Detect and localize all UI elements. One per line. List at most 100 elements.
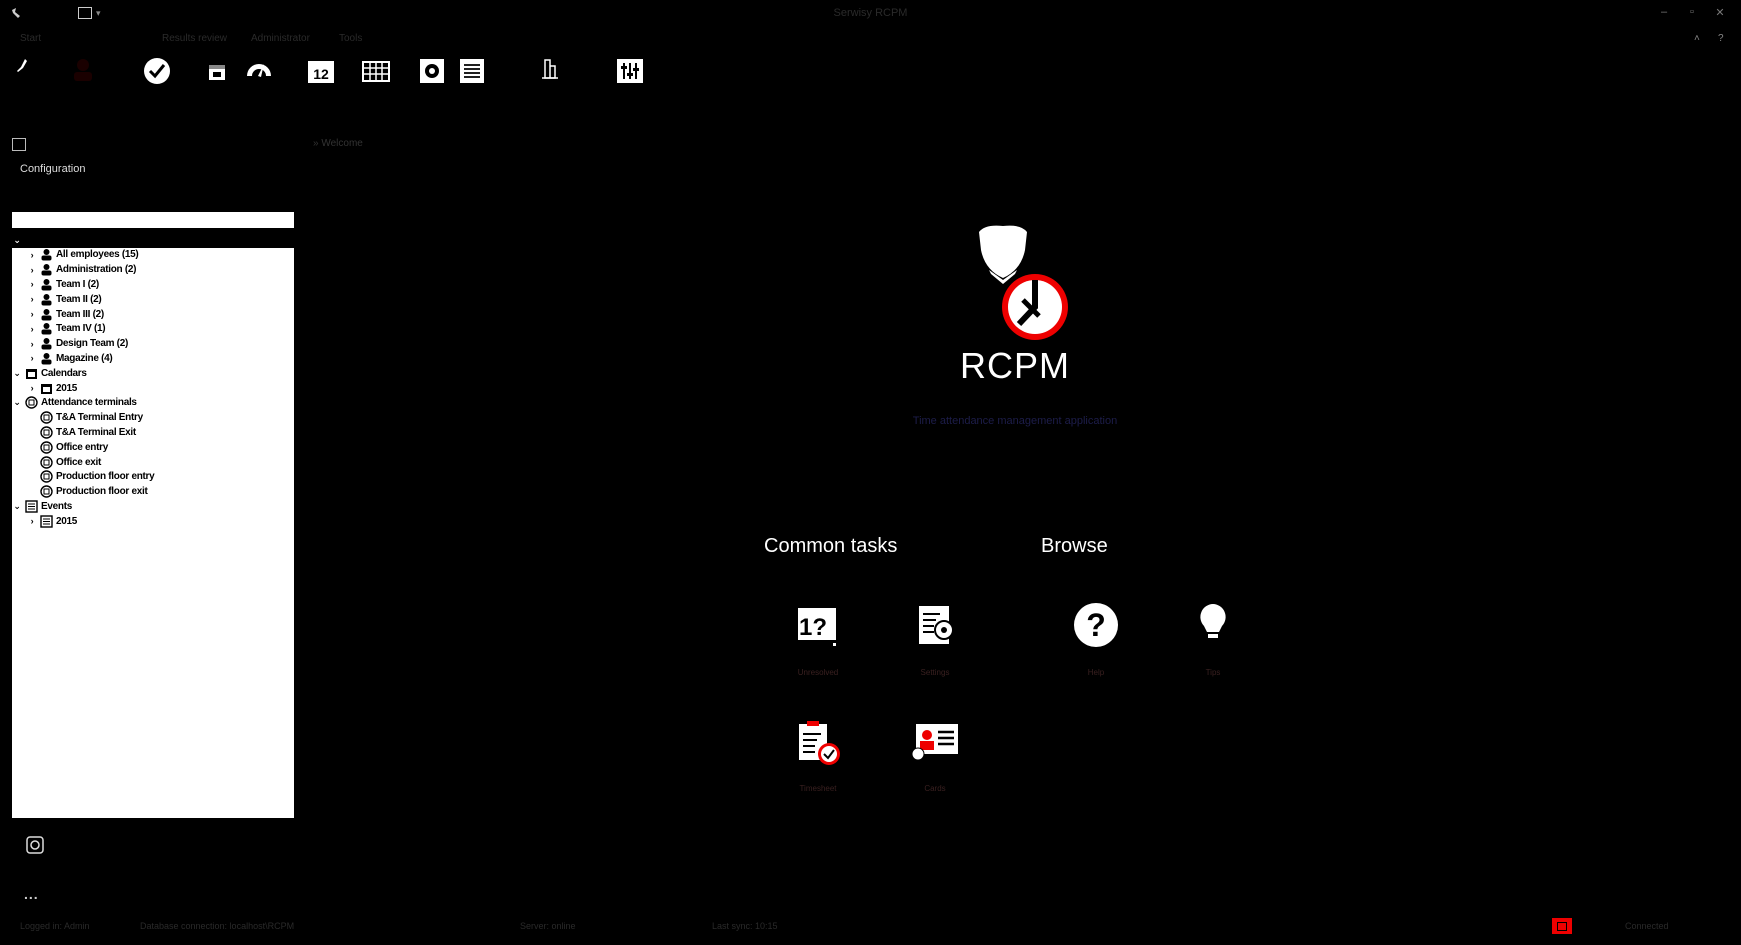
tree-item[interactable]: › Team I (2) [27,276,294,292]
tree-search-input[interactable] [12,212,294,228]
chevron-right-icon[interactable]: › [27,324,37,334]
close-icon[interactable]: ✕ [1712,6,1728,20]
tree-item[interactable]: Production floor exit [27,484,294,500]
tagline: Time attendance management application [912,415,1118,427]
terminal-icon [40,411,53,424]
svg-text:12: 12 [313,66,329,82]
breadcrumb: » Welcome [313,138,363,149]
tree-item[interactable]: Production floor entry [27,469,294,485]
minimize-icon[interactable]: – [1656,6,1672,20]
chevron-right-icon[interactable]: › [27,294,37,304]
chevron-right-icon[interactable]: › [27,516,37,526]
calendar-icon [40,382,53,395]
chevron-right-icon[interactable]: › [27,250,37,260]
menu-start[interactable]: Start [20,33,41,44]
status-bar: Logged in: Admin Database connection: lo… [0,918,1741,936]
tree-item[interactable]: Office entry [27,439,294,455]
back-icon[interactable] [12,56,36,80]
calendar-day-icon[interactable] [206,60,228,82]
tree-item-label: Office exit [56,456,102,468]
tree-item-label: Magazine (4) [56,352,113,364]
menu-administrator[interactable]: Administrator [251,33,310,44]
settings-tile[interactable]: Settings [885,590,985,690]
document-gear-icon [919,606,954,644]
tree-item[interactable]: › All employees (15) [27,247,294,263]
configuration-icon[interactable] [12,138,26,151]
tree-item[interactable]: ⌄ Calendars [12,365,294,381]
status-user: Logged in: Admin [20,921,90,931]
equalizer-icon[interactable] [616,58,644,84]
browse-title: Browse [1041,535,1108,557]
calendar-question-icon: 1? [798,608,836,646]
maximize-icon[interactable]: ▫ [1684,6,1700,20]
tree-item[interactable]: ⌄ Events [12,498,294,514]
tree-item-label: Events [41,500,72,512]
chevron-right-icon[interactable]: › [27,339,37,349]
tree-item-label: Administration (2) [56,264,137,276]
tips-tile[interactable]: Tips [1163,590,1263,690]
people-icon [25,234,38,247]
cards-tile[interactable]: Cards [885,706,985,806]
tree-item[interactable]: › Team IV (1) [27,321,294,337]
person-icon [40,263,53,276]
tree-item[interactable]: › Team III (2) [27,306,294,322]
person-icon [40,352,53,365]
schedule-grid-icon[interactable] [361,56,391,86]
menu-tools[interactable]: Tools [339,33,362,44]
tree-item[interactable]: › Magazine (4) [27,350,294,366]
tree-item[interactable]: › Design Team (2) [27,336,294,352]
tree-item[interactable]: Office exit [27,454,294,470]
tree-item[interactable]: T&A Terminal Exit [27,424,294,440]
terminal-icon [40,470,53,483]
tree-item[interactable]: › Team II (2) [27,291,294,307]
sync-icon[interactable] [24,834,46,856]
dashboard-gauge-icon[interactable] [244,56,274,86]
employee-icon[interactable] [70,56,96,82]
rcpm-logo-icon [979,225,1068,340]
more-options-icon[interactable]: ... [24,886,39,902]
attendance-clock-icon[interactable] [142,56,172,86]
tree-item[interactable]: ⌄ [12,232,294,248]
person-icon [40,308,53,321]
settings-gear-icon[interactable] [417,56,447,86]
chevron-right-icon[interactable]: › [27,353,37,363]
terminal-icon [25,396,38,409]
tree-item[interactable]: T&A Terminal Entry [27,410,294,426]
chevron-down-icon[interactable]: ⌄ [12,397,22,408]
tree-item[interactable]: ⌄ Attendance terminals [12,395,294,411]
brand-title: RCPM [960,345,1070,386]
tree-item-label: Production floor exit [56,486,148,498]
help-small-icon[interactable]: ? [1718,33,1724,44]
alert-indicator-icon[interactable] [1552,918,1572,934]
calendar-icon [25,367,38,380]
terminal-icon [40,440,53,454]
chevron-down-icon[interactable]: ⌄ [12,501,22,512]
tree-item[interactable]: › 2015 [27,513,294,529]
timesheet-tile[interactable]: Timesheet [768,706,868,806]
tree-item-label: Team II (2) [56,293,102,305]
tree-item[interactable]: › 2015 [27,380,294,396]
clipboard-clock-icon [799,721,840,765]
configuration-tree[interactable]: ⌄ › All employees (15) › Administration (2) ›… [12,232,294,818]
tree-item-label: T&A Terminal Exit [56,426,136,438]
unresolved-tile[interactable]: 1? Unresolved [768,590,868,690]
chevron-right-icon[interactable]: › [27,309,37,319]
report-list-icon[interactable] [457,56,487,86]
tree-item-label: Design Team (2) [56,338,128,350]
building-icon[interactable] [540,58,560,80]
menu-results-review[interactable]: Results review [162,33,227,44]
help-tile[interactable]: ? Help [1046,590,1146,690]
chevron-right-icon[interactable]: › [27,265,37,275]
calendar-12-icon[interactable]: 12 [306,56,336,86]
chevron-right-icon[interactable]: › [27,383,37,393]
chevron-down-icon[interactable]: ⌄ [12,368,22,379]
collapse-ribbon-icon[interactable]: ˄ [1694,33,1700,44]
menu-bar: Start Results review Administrator Tools… [0,30,1741,46]
chevron-down-icon[interactable]: ⌄ [12,235,22,246]
tree-item-label: Team III (2) [56,308,104,320]
tree-item[interactable]: › Administration (2) [27,262,294,278]
terminal-icon [40,455,53,469]
tree-item-label: 2015 [56,515,78,527]
status-connection: Connected [1625,921,1669,931]
chevron-right-icon[interactable]: › [27,279,37,289]
